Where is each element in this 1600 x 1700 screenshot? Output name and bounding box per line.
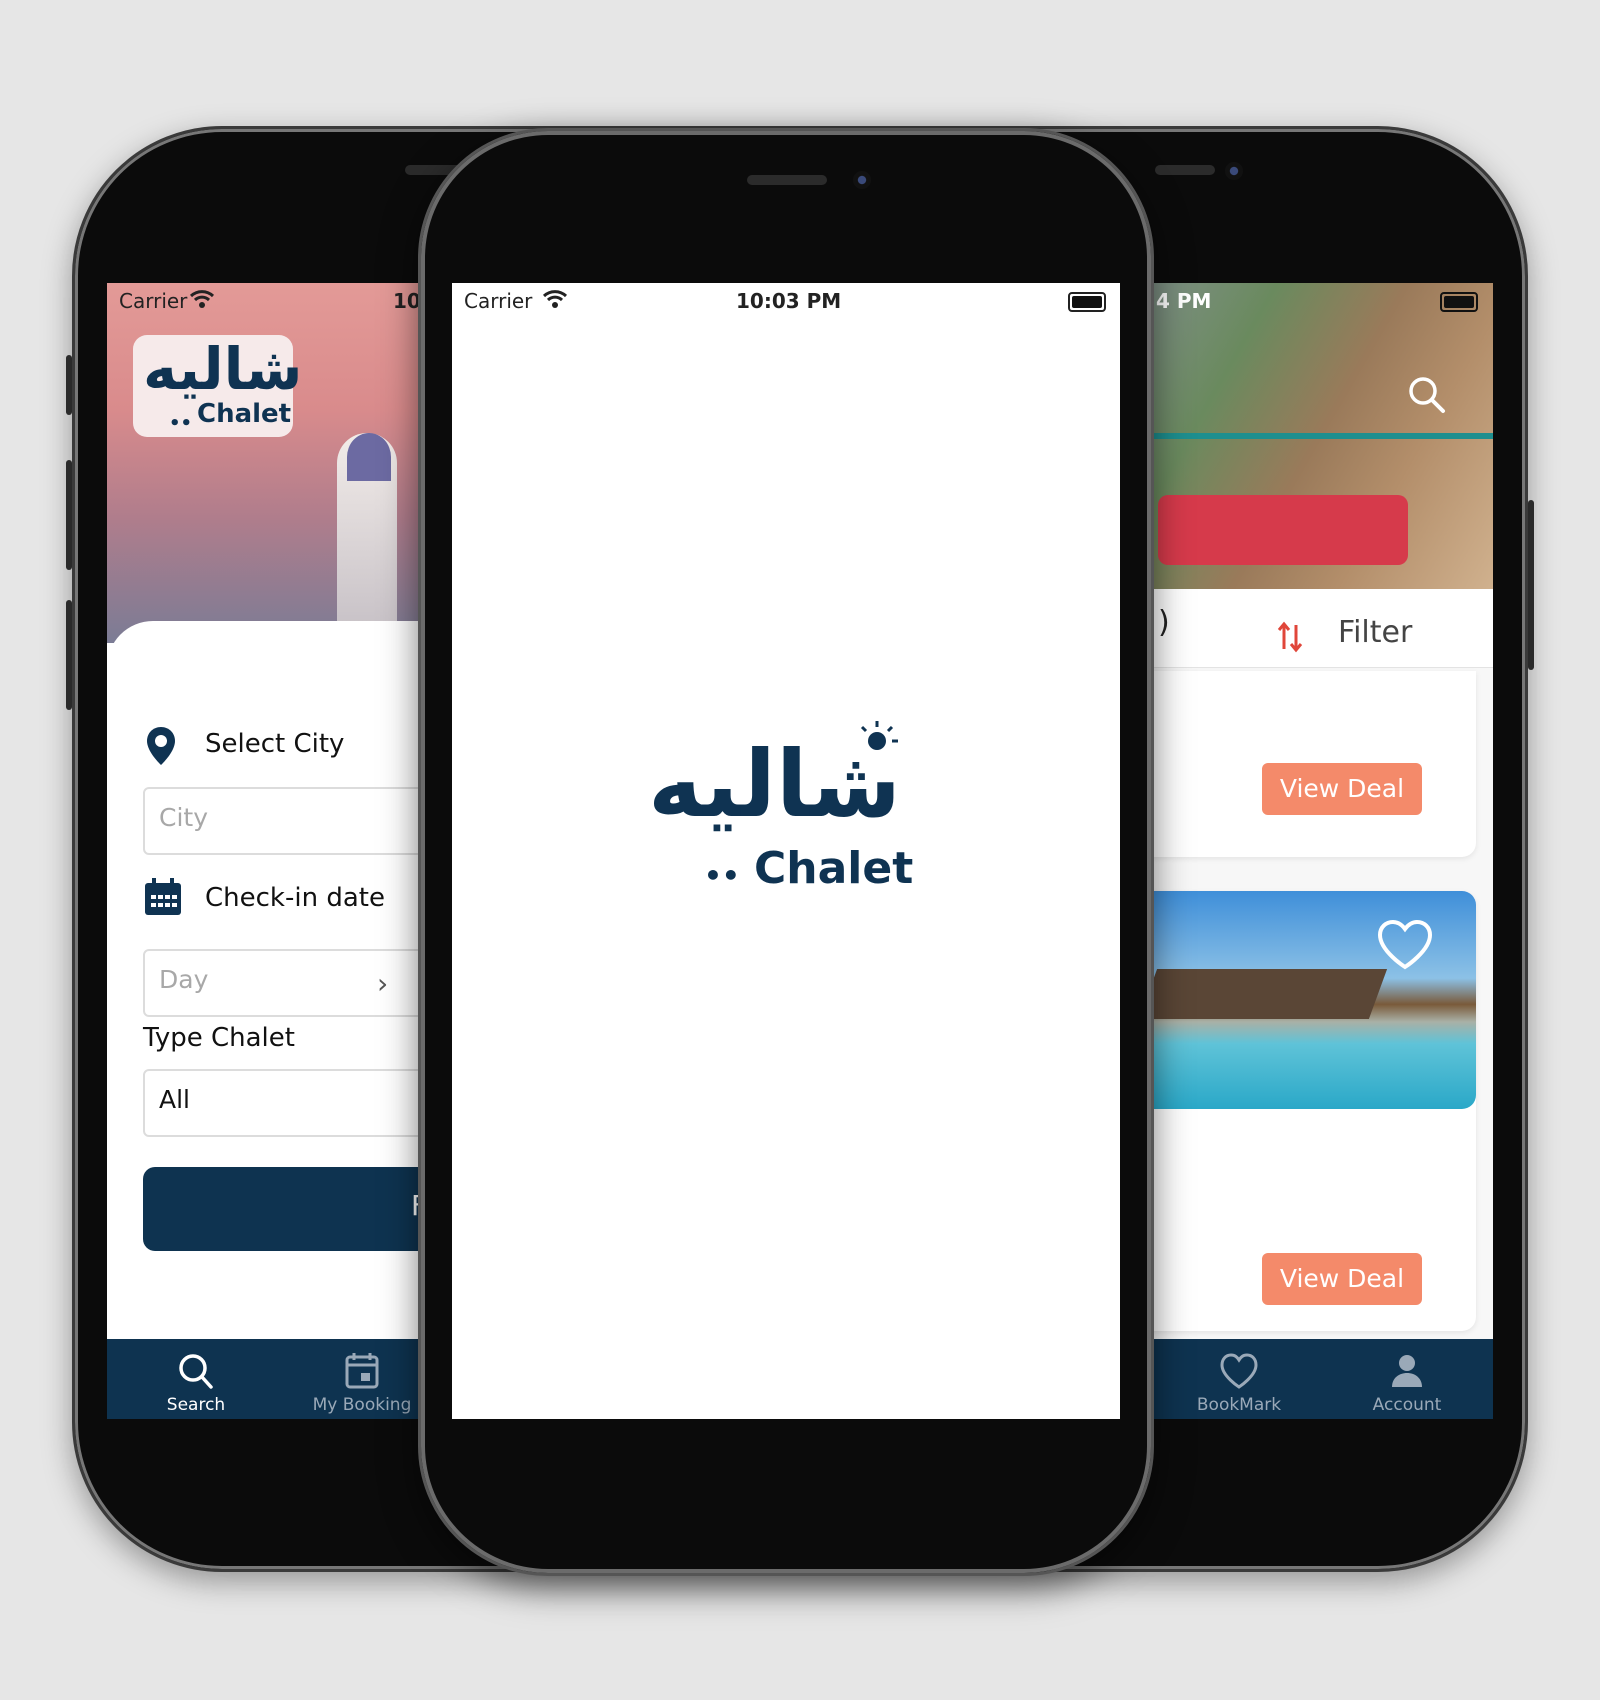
status-time: 10:03 PM bbox=[736, 289, 842, 313]
tab-search[interactable]: Search bbox=[121, 1339, 271, 1419]
calendar-icon bbox=[345, 1353, 379, 1389]
sort-filter-bar: ) Filter bbox=[1148, 589, 1493, 668]
status-bar: Carrier 10:03 PM bbox=[452, 283, 1120, 319]
bottom-tab-bar: Search My Booking bbox=[107, 1339, 419, 1419]
church-dome-image bbox=[347, 433, 391, 481]
location-pin-icon bbox=[147, 727, 175, 765]
status-bar: 4 PM bbox=[1148, 283, 1493, 319]
calendar-icon bbox=[145, 878, 181, 915]
carrier-label: Carrier bbox=[119, 289, 188, 313]
checkin-day-input[interactable]: Day › bbox=[143, 949, 419, 1017]
status-bar: Carrier 10 bbox=[107, 283, 419, 319]
tab-account-label: Account bbox=[1372, 1395, 1442, 1415]
power-button bbox=[1528, 500, 1534, 670]
carrier-label: Carrier bbox=[464, 289, 533, 313]
logo-latin-text: Chalet bbox=[197, 399, 292, 429]
wifi-icon bbox=[189, 290, 215, 308]
battery-icon bbox=[1068, 292, 1106, 312]
type-chalet-value: All bbox=[159, 1085, 190, 1114]
volume-up-button bbox=[66, 355, 72, 415]
splash-logo: شاليه •• Chalet bbox=[648, 721, 938, 911]
city-input[interactable]: City bbox=[143, 787, 419, 855]
camera bbox=[853, 171, 871, 189]
chevron-right-icon: › bbox=[377, 967, 389, 1000]
hero-image bbox=[1148, 283, 1493, 589]
logo-arabic-text: شاليه bbox=[143, 335, 303, 403]
chalet-card: View Deal bbox=[1148, 891, 1476, 1331]
volume-down-button bbox=[66, 460, 72, 570]
tab-bookmark-label: BookMark bbox=[1196, 1395, 1282, 1415]
view-deal-button[interactable]: View Deal bbox=[1262, 763, 1422, 815]
view-deal-button[interactable]: View Deal bbox=[1262, 1253, 1422, 1305]
status-time: 10 bbox=[393, 289, 419, 313]
logo-dots: •• bbox=[169, 413, 193, 434]
wifi-icon bbox=[542, 290, 568, 308]
logo-arabic-text: شاليه bbox=[648, 731, 901, 838]
status-time: 4 PM bbox=[1156, 289, 1212, 313]
tab-bookmark[interactable]: BookMark bbox=[1164, 1339, 1314, 1419]
checkin-label: Check-in date bbox=[205, 883, 385, 913]
tab-search-label: Search bbox=[166, 1395, 226, 1415]
chalet-roof-image bbox=[1148, 969, 1388, 1019]
speaker bbox=[1155, 165, 1215, 175]
find-button[interactable]: F bbox=[143, 1167, 419, 1251]
search-screen: شاليه •• Chalet Carrier 10 Select City C… bbox=[107, 283, 419, 1419]
app-logo: شاليه •• Chalet bbox=[133, 335, 302, 437]
tab-account[interactable]: Account bbox=[1332, 1339, 1482, 1419]
type-chalet-select[interactable]: All bbox=[143, 1069, 419, 1137]
day-placeholder: Day bbox=[159, 965, 209, 994]
chalet-card: View Deal bbox=[1148, 671, 1476, 857]
person-icon bbox=[1392, 1355, 1422, 1387]
sort-label-fragment: ) bbox=[1158, 605, 1170, 640]
sort-arrows-icon[interactable] bbox=[1276, 619, 1304, 655]
select-city-label: Select City bbox=[205, 729, 345, 759]
battery-icon bbox=[1440, 292, 1478, 312]
bottom-tab-bar: BookMark Account bbox=[1148, 1339, 1493, 1419]
heart-icon[interactable] bbox=[1376, 919, 1434, 971]
speaker bbox=[747, 175, 827, 185]
search-icon[interactable] bbox=[1406, 375, 1446, 415]
listing-screen: 4 PM ) Filter View Deal View Deal BookMa… bbox=[1148, 283, 1493, 1419]
tab-my-booking-label: My Booking bbox=[312, 1395, 412, 1415]
city-placeholder: City bbox=[159, 803, 208, 832]
heart-icon bbox=[1220, 1353, 1258, 1389]
filter-button[interactable]: Filter bbox=[1338, 615, 1412, 650]
red-cushion-image bbox=[1158, 495, 1408, 565]
type-chalet-label: Type Chalet bbox=[143, 1023, 295, 1053]
logo-dots: •• bbox=[704, 859, 740, 892]
logo-latin-text: Chalet bbox=[754, 843, 914, 894]
hero-image: شاليه •• Chalet bbox=[107, 283, 419, 643]
search-form: Select City City Check-in date Day › Typ… bbox=[107, 621, 419, 1361]
tab-my-booking[interactable]: My Booking bbox=[287, 1339, 419, 1419]
mute-button bbox=[66, 600, 72, 710]
camera bbox=[1225, 162, 1243, 180]
search-icon bbox=[179, 1354, 213, 1389]
chalet-pool-image bbox=[1148, 891, 1476, 1109]
stage: شاليه •• Chalet Carrier 10 Select City C… bbox=[0, 0, 1600, 1700]
splash-screen: Carrier 10:03 PM شاليه •• Chalet bbox=[452, 283, 1120, 1419]
